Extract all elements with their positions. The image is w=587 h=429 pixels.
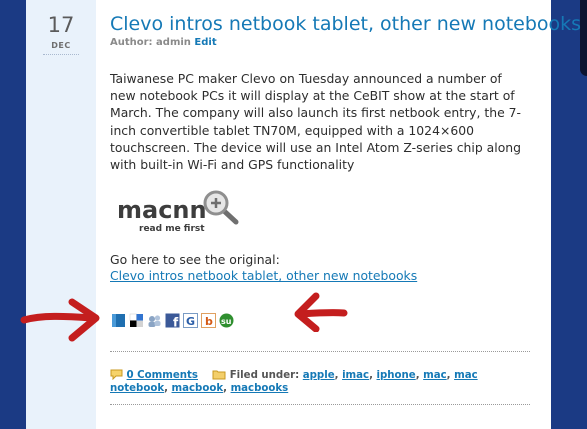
blogger-icon[interactable]	[111, 313, 126, 328]
svg-text:G: G	[186, 315, 195, 328]
comment-bubble-icon	[110, 369, 123, 380]
date-divider	[43, 54, 79, 55]
svg-text:b: b	[205, 315, 213, 328]
annotation-arrow-left	[20, 298, 100, 342]
tag-link-macbook[interactable]: macbook	[172, 383, 224, 394]
comments-link[interactable]: 0 Comments	[127, 370, 198, 381]
svg-text:f: f	[173, 315, 179, 328]
annotation-arrow-right	[294, 292, 348, 332]
tag-link-imac[interactable]: imac	[342, 370, 369, 381]
facebook-icon[interactable]: f	[165, 313, 180, 328]
author-text: Author: admin	[110, 37, 191, 48]
post-title-link[interactable]: Clevo intros netbook tablet, other new n…	[110, 13, 581, 35]
tag-link-iphone[interactable]: iphone	[377, 370, 416, 381]
delicious-icon[interactable]	[129, 313, 144, 328]
post-card	[26, 0, 551, 429]
google-icon[interactable]: G	[183, 312, 198, 328]
source-label: Go here to see the original:	[110, 252, 280, 267]
magnifier-icon	[203, 190, 239, 225]
digg-icon[interactable]	[147, 313, 162, 328]
post-divider	[110, 351, 530, 352]
share-bar: f G b su	[111, 312, 234, 328]
folder-icon	[212, 370, 226, 380]
tag-link-apple[interactable]: apple	[303, 370, 335, 381]
right-sidebar-widget	[580, 0, 587, 76]
tag-link-macbooks[interactable]: macbooks	[231, 383, 289, 394]
blinklist-icon[interactable]: b	[201, 312, 216, 328]
left-sidebar-band	[0, 0, 26, 429]
logo-tagline: read me first	[139, 224, 205, 234]
post-date-month: DEC	[51, 41, 71, 50]
tag-link-mac[interactable]: mac	[423, 370, 447, 381]
macnn-logo: macnn read me first	[117, 190, 239, 234]
svg-text:su: su	[221, 317, 232, 326]
logo-brand: macnn	[117, 196, 207, 224]
source-link[interactable]: Clevo intros netbook tablet, other new n…	[110, 268, 417, 283]
post-meta: 0 Comments Filed under: apple, imac, iph…	[110, 369, 478, 394]
stumbleupon-icon[interactable]: su	[219, 313, 234, 328]
post-author: Author: admin Edit	[110, 37, 217, 48]
date-column	[26, 0, 96, 429]
post-bottom-divider	[110, 404, 530, 405]
post-date-day: 17	[47, 13, 75, 37]
filed-under-label: Filed under:	[229, 370, 300, 381]
edit-link[interactable]: Edit	[194, 37, 216, 48]
post-body: Taiwanese PC maker Clevo on Tuesday anno…	[110, 71, 522, 173]
